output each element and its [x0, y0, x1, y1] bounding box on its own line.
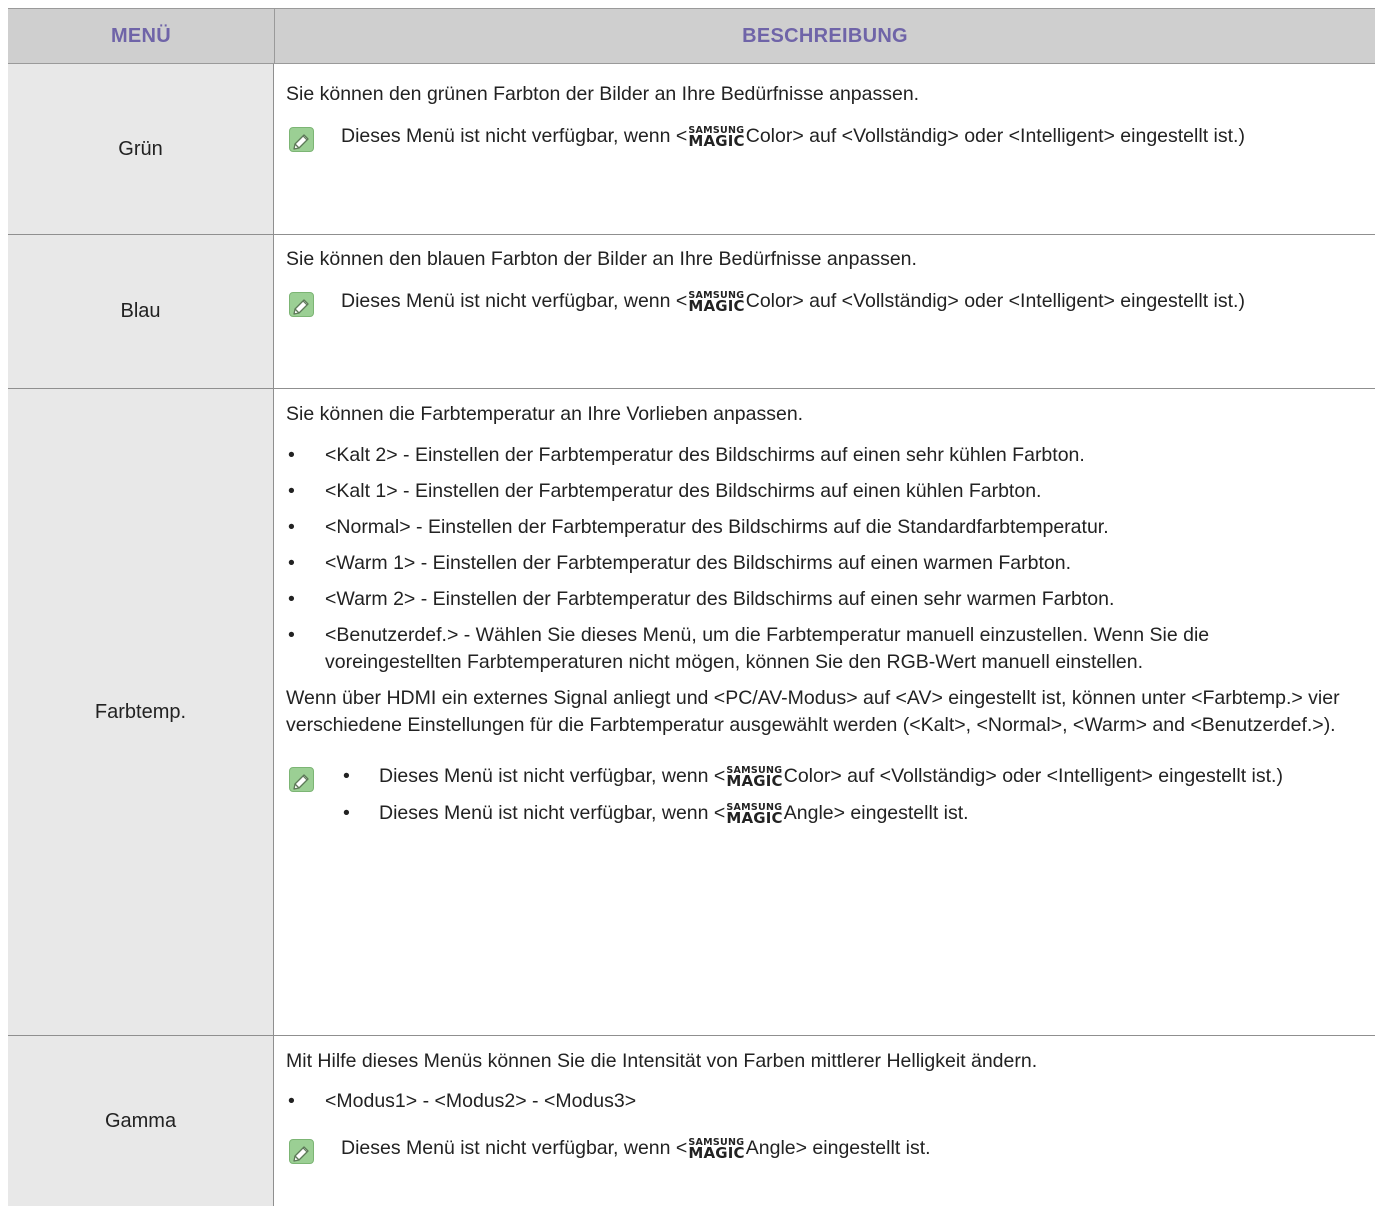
note-text: Color> auf <Vollständig> oder <Intellige… — [745, 125, 1245, 147]
menu-cell-blau: Blau — [8, 235, 274, 388]
list-item: <Warm 2> - Einstellen der Farbtemperatur… — [286, 586, 1363, 613]
note-list-item: Dieses Menü ist nicht verfügbar, wenn <S… — [341, 763, 1363, 790]
samsung-magic-logo: SAMSUNG MAGIC — [688, 124, 745, 150]
note-pencil-icon — [289, 292, 314, 317]
note-text: Dieses Menü ist nicht verfügbar, wenn < — [341, 290, 688, 312]
list-item: <Modus1> - <Modus2> - <Modus3> — [286, 1088, 1363, 1115]
note-text: Color> auf <Vollständig> oder <Intellige… — [745, 290, 1245, 312]
table-row: Blau Sie können den blauen Farbton der B… — [8, 235, 1375, 389]
description-cell: Sie können die Farbtemperatur an Ihre Vo… — [274, 389, 1375, 1035]
note-list-item: Dieses Menü ist nicht verfügbar, wenn <S… — [341, 800, 1363, 827]
description-cell: Sie können den grünen Farbton der Bilder… — [274, 64, 1375, 234]
description-cell: Mit Hilfe dieses Menüs können Sie die In… — [274, 1036, 1375, 1206]
note-pencil-icon — [289, 127, 314, 152]
note-text: Angle> eingestellt ist. — [745, 1137, 931, 1159]
table-row: Grün Sie können den grünen Farbton der B… — [8, 64, 1375, 235]
list-item: <Kalt 1> - Einstellen der Farbtemperatur… — [286, 478, 1363, 505]
table-header: MENÜ BESCHREIBUNG — [8, 8, 1375, 64]
header-menu: MENÜ — [8, 9, 275, 63]
note: Dieses Menü ist nicht verfügbar, wenn <S… — [286, 763, 1363, 837]
row-intro: Sie können die Farbtemperatur an Ihre Vo… — [286, 403, 804, 425]
table-row: Gamma Mit Hilfe dieses Menüs können Sie … — [8, 1036, 1375, 1206]
row-paragraph: Wenn über HDMI ein externes Signal anlie… — [286, 687, 1340, 736]
note-pencil-icon — [289, 1139, 314, 1164]
samsung-magic-logo: SAMSUNG MAGIC — [726, 764, 783, 790]
row-intro: Sie können den blauen Farbton der Bilder… — [286, 248, 917, 270]
description-cell: Sie können den blauen Farbton der Bilder… — [274, 235, 1375, 388]
list-item: <Normal> - Einstellen der Farbtemperatur… — [286, 514, 1363, 541]
samsung-magic-logo: SAMSUNG MAGIC — [688, 1136, 745, 1162]
menu-cell-farbtemp: Farbtemp. — [8, 389, 274, 1035]
list-item: <Benutzerdef.> - Wählen Sie dieses Menü,… — [286, 622, 1363, 676]
samsung-magic-logo: SAMSUNG MAGIC — [726, 801, 783, 827]
list-item: <Kalt 2> - Einstellen der Farbtemperatur… — [286, 442, 1363, 469]
note-pencil-icon — [289, 767, 314, 792]
row-intro: Mit Hilfe dieses Menüs können Sie die In… — [286, 1050, 1038, 1072]
samsung-magic-logo: SAMSUNG MAGIC — [688, 289, 745, 315]
list-item: <Warm 1> - Einstellen der Farbtemperatur… — [286, 550, 1363, 577]
note: Dieses Menü ist nicht verfügbar, wenn <S… — [286, 123, 1363, 152]
menu-cell-gamma: Gamma — [8, 1036, 274, 1206]
note: Dieses Menü ist nicht verfügbar, wenn <S… — [286, 288, 1363, 317]
table-row: Farbtemp. Sie können die Farbtemperatur … — [8, 389, 1375, 1036]
note-text: Dieses Menü ist nicht verfügbar, wenn < — [341, 125, 688, 147]
note: Dieses Menü ist nicht verfügbar, wenn <S… — [286, 1135, 1363, 1164]
note-text: Dieses Menü ist nicht verfügbar, wenn < — [341, 1137, 688, 1159]
menu-cell-gruen: Grün — [8, 64, 274, 234]
header-description: BESCHREIBUNG — [742, 24, 908, 47]
settings-table: MENÜ BESCHREIBUNG Grün Sie können den gr… — [8, 8, 1375, 1206]
row-intro: Sie können den grünen Farbton der Bilder… — [286, 83, 920, 105]
